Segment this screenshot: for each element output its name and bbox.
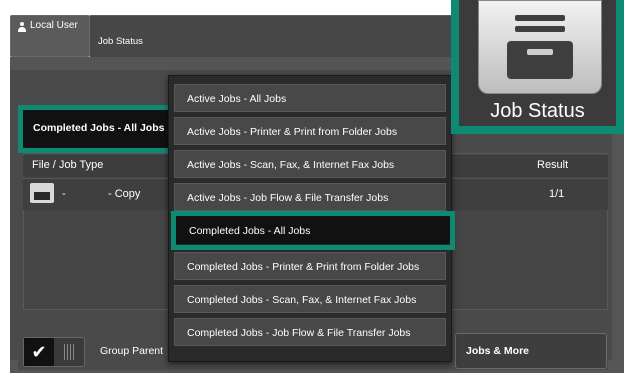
row-result: 1/1 — [549, 188, 565, 200]
menu-item-completed-printer[interactable]: Completed Jobs - Printer & Print from Fo… — [174, 252, 446, 280]
jobs-and-more-label: Jobs & More — [466, 345, 530, 357]
menu-item-label: Completed Jobs - All Jobs — [189, 225, 311, 237]
menu-item-active-all[interactable]: Active Jobs - All Jobs — [174, 84, 446, 112]
row-job-type: - Copy — [108, 188, 141, 200]
menu-item-completed-all[interactable]: Completed Jobs - All Jobs — [176, 216, 450, 244]
menu-item-label: Active Jobs - Scan, Fax, & Internet Fax … — [187, 159, 395, 171]
user-icon — [17, 22, 27, 32]
menu-item-active-job-flow[interactable]: Active Jobs - Job Flow & File Transfer J… — [174, 183, 446, 211]
menu-item-active-scan-fax[interactable]: Active Jobs - Scan, Fax, & Internet Fax … — [174, 150, 446, 178]
menu-item-completed-job-flow[interactable]: Completed Jobs - Job Flow & File Transfe… — [174, 318, 446, 346]
job-filter-value: Completed Jobs - All Jobs — [33, 122, 165, 134]
row-file-name: - — [62, 188, 66, 200]
menu-item-label: Active Jobs - Job Flow & File Transfer J… — [187, 192, 389, 204]
menu-item-active-printer[interactable]: Active Jobs - Printer & Print from Folde… — [174, 117, 446, 145]
group-parent-label: Group Parent — [100, 345, 164, 357]
menu-item-label: Completed Jobs - Printer & Print from Fo… — [187, 261, 420, 273]
grip-icon — [64, 344, 74, 360]
checkmark-icon: ✔ — [24, 338, 54, 366]
user-label: Local User — [30, 20, 78, 31]
local-user-button[interactable]: Local User — [10, 15, 90, 57]
copy-job-icon — [30, 183, 54, 203]
jobs-and-more-button[interactable]: Jobs & More — [455, 333, 607, 369]
menu-item-completed-scan-fax[interactable]: Completed Jobs - Scan, Fax, & Internet F… — [174, 285, 446, 313]
page-title: Job Status — [98, 36, 143, 47]
menu-item-label: Active Jobs - All Jobs — [187, 93, 287, 105]
job-status-tile-label: Job Status — [490, 100, 585, 122]
menu-item-label: Active Jobs - Printer & Print from Folde… — [187, 126, 398, 138]
job-status-tray-icon — [507, 15, 573, 79]
menu-item-label: Completed Jobs - Job Flow & File Transfe… — [187, 327, 411, 339]
column-header-result: Result — [537, 159, 569, 171]
menu-item-label: Completed Jobs - Scan, Fax, & Internet F… — [187, 294, 417, 306]
job-filter-select[interactable]: Completed Jobs - All Jobs — [23, 110, 171, 148]
column-header-file-job-type: File / Job Type — [32, 159, 104, 171]
